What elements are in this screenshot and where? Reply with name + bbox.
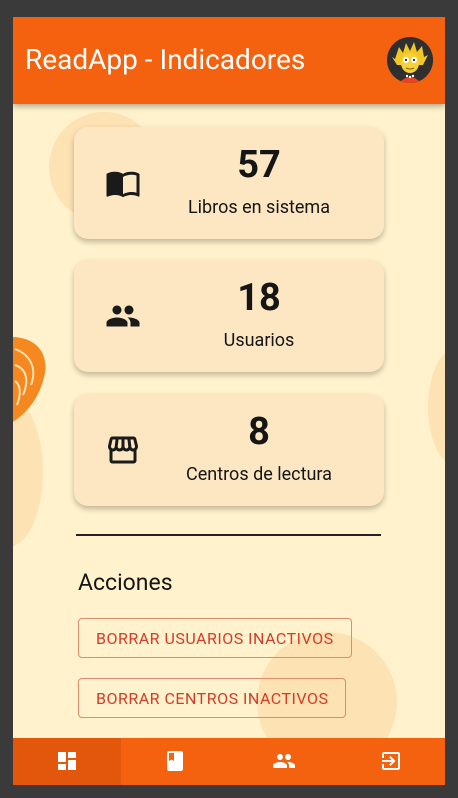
book-icon [106, 171, 140, 198]
nav-item-dashboard[interactable] [13, 738, 121, 785]
avatar[interactable] [387, 37, 433, 83]
actions-title: Acciones [78, 569, 173, 596]
dashboard-icon [58, 752, 76, 770]
people-icon [106, 305, 140, 327]
bottom-navigation [13, 738, 445, 785]
app-bar: ReadApp - Indicadores [13, 17, 445, 104]
phone-screen: ReadApp - Indicadores 57 Libros en siste… [13, 17, 445, 785]
stat-card-reading-centers: 8 Centros de lectura [74, 394, 384, 506]
nav-item-users[interactable] [229, 738, 337, 785]
store-icon [108, 436, 138, 464]
book-icon [167, 751, 183, 771]
main-content: 57 Libros en sistema 18 Usuarios 8 Centr… [13, 104, 445, 738]
people-icon [273, 754, 295, 768]
nav-item-books[interactable] [121, 738, 229, 785]
stat-label-books: Libros en sistema [187, 197, 331, 218]
delete-inactive-users-button[interactable]: BORRAR USUARIOS INACTIVOS [78, 618, 352, 658]
delete-inactive-centers-button[interactable]: BORRAR CENTROS INACTIVOS [78, 678, 347, 718]
stat-label-reading-centers: Centros de lectura [186, 464, 332, 485]
nav-item-logout[interactable] [337, 738, 445, 785]
stat-label-users: Usuarios [223, 330, 295, 351]
stat-value-books: 57 [237, 143, 281, 187]
app-title: ReadApp - Indicadores [25, 43, 306, 76]
avatar-icon [387, 37, 433, 83]
logout-icon [382, 752, 400, 770]
stat-value-users: 18 [237, 276, 281, 320]
stat-value-reading-centers: 8 [248, 410, 270, 454]
stat-card-books: 57 Libros en sistema [74, 127, 384, 239]
stat-card-users: 18 Usuarios [74, 260, 384, 372]
divider [76, 534, 381, 536]
